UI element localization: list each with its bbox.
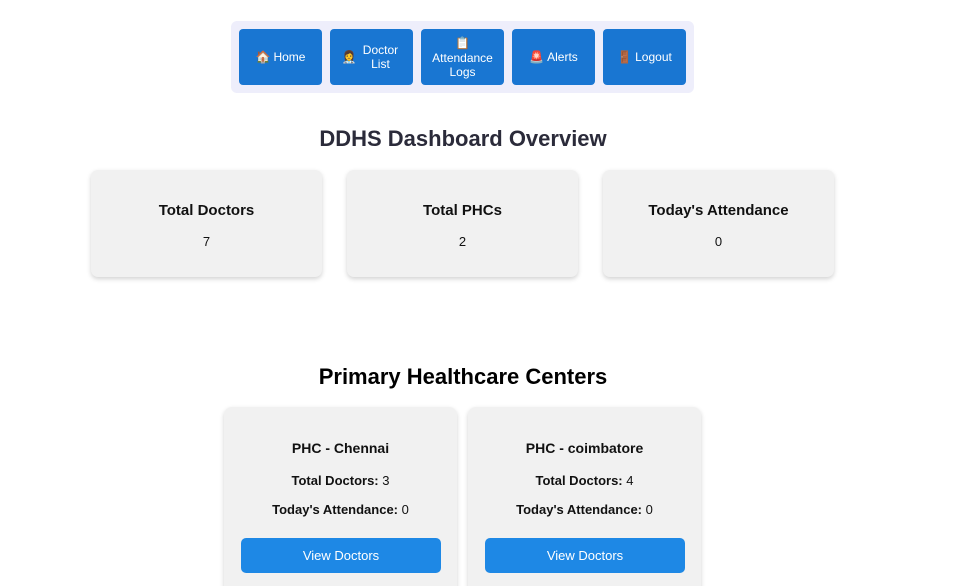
- phc-total-doctors: Total Doctors: 3: [224, 473, 457, 488]
- view-doctors-button[interactable]: View Doctors: [241, 538, 441, 573]
- page: 🏠 Home 👩‍⚕️ Doctor List 📋 Attendance Log…: [0, 0, 956, 586]
- phc-card-coimbatore: PHC - coimbatore Total Doctors: 4 Today'…: [468, 407, 701, 586]
- nav-attendance-logs-label: Attendance Logs: [432, 50, 493, 79]
- today-attendance-value: 0: [401, 502, 409, 517]
- today-attendance-value: 0: [645, 502, 653, 517]
- stat-label: Total Doctors: [158, 202, 255, 219]
- total-doctors-label: Total Doctors:: [535, 473, 623, 488]
- phc-name: PHC - Chennai: [291, 440, 390, 456]
- stat-value: 0: [714, 234, 723, 249]
- nav-attendance-logs-button[interactable]: 📋 Attendance Logs: [421, 29, 504, 85]
- nav-logout-button[interactable]: 🚪 Logout: [603, 29, 686, 85]
- top-navbar: 🏠 Home 👩‍⚕️ Doctor List 📋 Attendance Log…: [231, 21, 694, 93]
- phc-today-attendance: Today's Attendance: 0: [224, 502, 457, 517]
- stat-label: Today's Attendance: [648, 202, 789, 219]
- phc-today-attendance: Today's Attendance: 0: [468, 502, 701, 517]
- siren-icon: 🚨: [529, 50, 545, 64]
- dashboard-overview-title: DDHS Dashboard Overview: [319, 126, 607, 151]
- phc-section-title: Primary Healthcare Centers: [318, 364, 608, 389]
- stat-card-total-phcs: Total PHCs 2: [347, 170, 578, 277]
- phc-name: PHC - coimbatore: [525, 440, 644, 456]
- nav-alerts-button[interactable]: 🚨 Alerts: [512, 29, 595, 85]
- door-icon: 🚪: [617, 50, 633, 64]
- stat-label: Total PHCs: [423, 202, 502, 219]
- stat-card-total-doctors: Total Doctors 7: [91, 170, 322, 277]
- home-icon: 🏠: [255, 50, 271, 64]
- total-doctors-value: 4: [626, 473, 634, 488]
- view-doctors-button[interactable]: View Doctors: [485, 538, 685, 573]
- today-attendance-label: Today's Attendance:: [516, 502, 643, 517]
- nav-home-button[interactable]: 🏠 Home: [239, 29, 322, 85]
- nav-doctor-list-button[interactable]: 👩‍⚕️ Doctor List: [330, 29, 413, 85]
- total-doctors-label: Total Doctors:: [291, 473, 379, 488]
- doctor-icon: 👩‍⚕️: [341, 50, 357, 64]
- nav-alerts-label: Alerts: [547, 50, 578, 64]
- nav-doctor-list-label: Doctor List: [362, 43, 399, 71]
- stat-value: 2: [458, 234, 467, 249]
- phc-card-chennai: PHC - Chennai Total Doctors: 3 Today's A…: [224, 407, 457, 586]
- stat-value: 7: [202, 234, 211, 249]
- nav-home-label: Home: [273, 50, 306, 64]
- today-attendance-label: Today's Attendance:: [272, 502, 399, 517]
- clipboard-icon: 📋: [455, 35, 470, 50]
- nav-logout-label: Logout: [635, 50, 672, 64]
- total-doctors-value: 3: [382, 473, 390, 488]
- phc-total-doctors: Total Doctors: 4: [468, 473, 701, 488]
- stat-card-todays-attendance: Today's Attendance 0: [603, 170, 834, 277]
